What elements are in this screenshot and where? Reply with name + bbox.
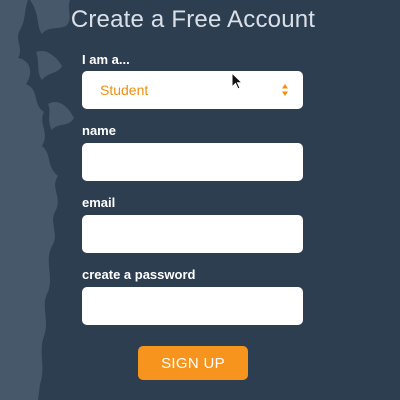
password-input[interactable] <box>82 287 303 325</box>
email-label: email <box>82 195 116 210</box>
password-label: create a password <box>82 267 196 282</box>
background-map-illustration <box>0 0 74 400</box>
role-label: I am a... <box>82 52 130 67</box>
form-title: Create a Free Account <box>70 6 316 33</box>
updown-arrows-icon <box>282 84 288 96</box>
name-label: name <box>82 123 116 138</box>
signup-button[interactable]: SIGN UP <box>138 346 248 380</box>
role-select[interactable]: Student <box>82 71 303 109</box>
name-input[interactable] <box>82 143 303 181</box>
email-input[interactable] <box>82 215 303 253</box>
role-select-value: Student <box>100 82 149 98</box>
